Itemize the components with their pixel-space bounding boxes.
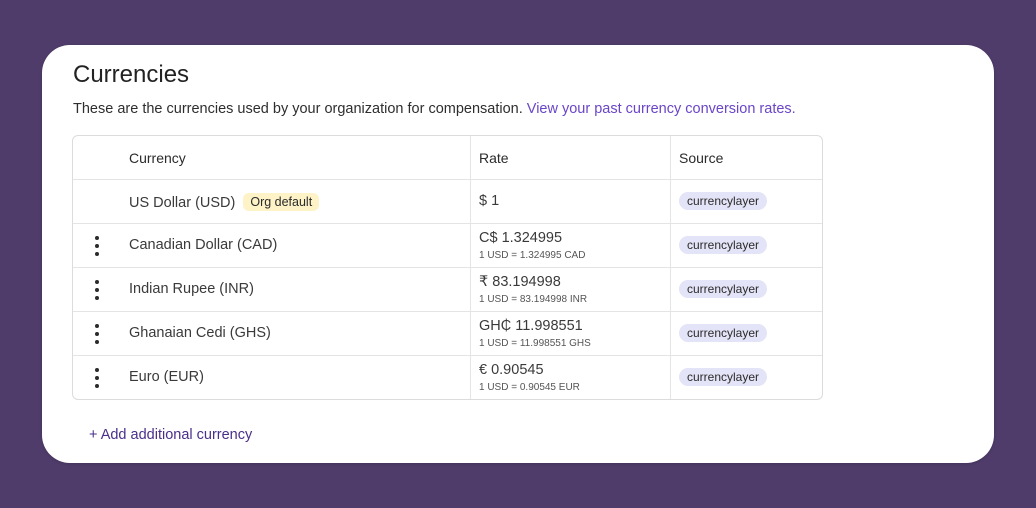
rate-value: ₹ 83.194998 [479, 274, 561, 290]
source-cell: currencylayer [671, 224, 820, 267]
source-badge: currencylayer [679, 368, 768, 386]
rate-detail: 1 USD = 83.194998 INR [479, 294, 588, 305]
header-currency: Currency [129, 150, 186, 166]
header-rate-cell: Rate [471, 136, 671, 179]
description-text: These are the currencies used by your or… [73, 101, 523, 117]
row-menu-cell [73, 268, 121, 311]
currency-name: Ghanaian Cedi (GHS) [129, 325, 271, 341]
source-cell: currencylayer [671, 312, 820, 355]
more-vertical-icon[interactable] [91, 280, 103, 300]
header-menu-cell [73, 136, 121, 179]
currency-name: Canadian Dollar (CAD) [129, 237, 278, 253]
source-cell: currencylayer [671, 268, 820, 311]
rate-cell: € 0.90545 1 USD = 0.90545 EUR [471, 356, 671, 399]
add-currency-button[interactable]: + Add additional currency [89, 427, 252, 443]
table-row: Ghanaian Cedi (GHS) GH₵ 11.998551 1 USD … [73, 312, 822, 356]
table-row: Euro (EUR) € 0.90545 1 USD = 0.90545 EUR… [73, 356, 822, 399]
past-rates-link[interactable]: View your past currency conversion rates… [527, 101, 796, 117]
rate-cell: ₹ 83.194998 1 USD = 83.194998 INR [471, 268, 671, 311]
source-badge: currencylayer [679, 236, 768, 254]
table-header: Currency Rate Source [73, 136, 822, 180]
rate-value: GH₵ 11.998551 [479, 318, 583, 334]
currency-name: US Dollar (USD) [129, 195, 236, 211]
table-row: Indian Rupee (INR) ₹ 83.194998 1 USD = 8… [73, 268, 822, 312]
source-badge: currencylayer [679, 192, 768, 210]
currency-name: Euro (EUR) [129, 369, 204, 385]
more-vertical-icon[interactable] [91, 324, 103, 344]
rate-cell: $ 1 [471, 180, 671, 223]
header-currency-cell: Currency [121, 136, 471, 179]
row-menu-cell [73, 312, 121, 355]
rate-cell: C$ 1.324995 1 USD = 1.324995 CAD [471, 224, 671, 267]
header-rate: Rate [479, 150, 509, 166]
page-title: Currencies [73, 61, 190, 88]
rate-detail: 1 USD = 1.324995 CAD [479, 250, 586, 261]
rate-cell: GH₵ 11.998551 1 USD = 11.998551 GHS [471, 312, 671, 355]
more-vertical-icon[interactable] [91, 368, 103, 388]
currency-name: Indian Rupee (INR) [129, 281, 254, 297]
currencies-table: Currency Rate Source US Dollar (USD) Org … [72, 135, 823, 400]
currency-name-wrap: US Dollar (USD) Org default [129, 193, 320, 211]
rate-detail: 1 USD = 0.90545 EUR [479, 382, 580, 393]
currency-cell: Ghanaian Cedi (GHS) [121, 312, 471, 355]
page-description: These are the currencies used by your or… [73, 101, 796, 117]
header-source: Source [679, 150, 724, 166]
currencies-card: Currencies These are the currencies used… [42, 45, 994, 463]
rate-value: C$ 1.324995 [479, 230, 563, 246]
source-badge: currencylayer [679, 324, 768, 342]
table-row: US Dollar (USD) Org default $ 1 currencyl… [73, 180, 822, 224]
more-vertical-icon[interactable] [91, 236, 103, 256]
header-source-cell: Source [671, 136, 820, 179]
org-default-badge: Org default [243, 193, 320, 211]
rate-value: € 0.90545 [479, 362, 544, 378]
table-row: Canadian Dollar (CAD) C$ 1.324995 1 USD … [73, 224, 822, 268]
source-badge: currencylayer [679, 280, 768, 298]
row-menu-cell [73, 356, 121, 399]
source-cell: currencylayer [671, 180, 820, 223]
rate-value: $ 1 [479, 193, 500, 209]
currency-cell: Indian Rupee (INR) [121, 268, 471, 311]
currency-cell: US Dollar (USD) Org default [121, 180, 471, 223]
currency-cell: Euro (EUR) [121, 356, 471, 399]
source-cell: currencylayer [671, 356, 820, 399]
currency-cell: Canadian Dollar (CAD) [121, 224, 471, 267]
row-menu-cell [73, 180, 121, 223]
rate-detail: 1 USD = 11.998551 GHS [479, 338, 591, 349]
row-menu-cell [73, 224, 121, 267]
